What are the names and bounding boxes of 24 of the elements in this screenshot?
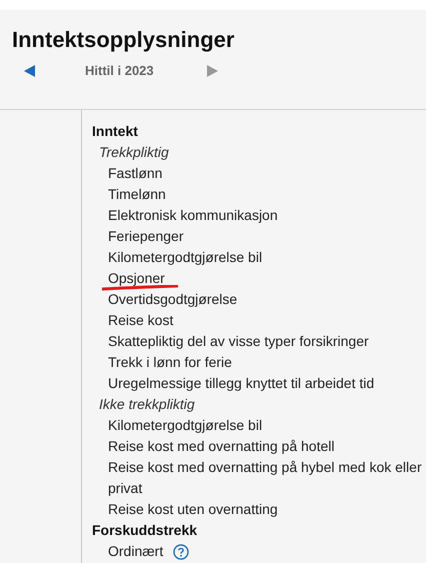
income-item-link[interactable]: Ordinært	[108, 541, 164, 562]
help-icon[interactable]	[173, 544, 190, 560]
page-title: Inntektsopplysninger	[12, 27, 236, 53]
income-item-link[interactable]: Skattepliktig del av visse typer forsikringer	[108, 331, 369, 352]
income-item-link[interactable]: Kilometergodtgjørelse bil	[108, 415, 262, 436]
income-item-link[interactable]: Reise kost	[108, 310, 174, 331]
section-heading: Forskuddstrekk	[92, 522, 198, 538]
income-item-link[interactable]: Timelønn	[108, 184, 166, 205]
income-item-link[interactable]: Reise kost uten overnatting	[108, 499, 278, 520]
income-item-link[interactable]: Overtidsgodtgjørelse	[108, 289, 238, 310]
period-label: Hittil i 2023	[85, 62, 154, 80]
income-item-link[interactable]: Elektronisk kommunikasjon	[108, 205, 278, 226]
income-item-link[interactable]: Kilometergodtgjørelse bil	[108, 247, 262, 268]
group-heading: Ikke trekkpliktig	[99, 396, 195, 412]
income-item-link[interactable]: Reise kost med overnatting på hybel med kok eller privat	[108, 457, 424, 499]
income-item-link[interactable]: Uregelmessige tillegg knyttet til arbeidet tid	[108, 373, 374, 394]
income-item-link[interactable]: Opsjoner	[108, 268, 165, 289]
section-heading: Inntekt	[92, 123, 138, 139]
group-heading: Trekkpliktig	[99, 144, 169, 160]
income-item-link[interactable]: Trekk i lønn for ferie	[108, 352, 232, 373]
income-item-link[interactable]: Feriepenger	[108, 226, 184, 247]
income-item-link[interactable]: Fastlønn	[108, 163, 162, 184]
previous-period-button[interactable]	[22, 64, 36, 78]
income-item-link[interactable]: Reise kost med overnatting på hotell	[108, 436, 334, 457]
